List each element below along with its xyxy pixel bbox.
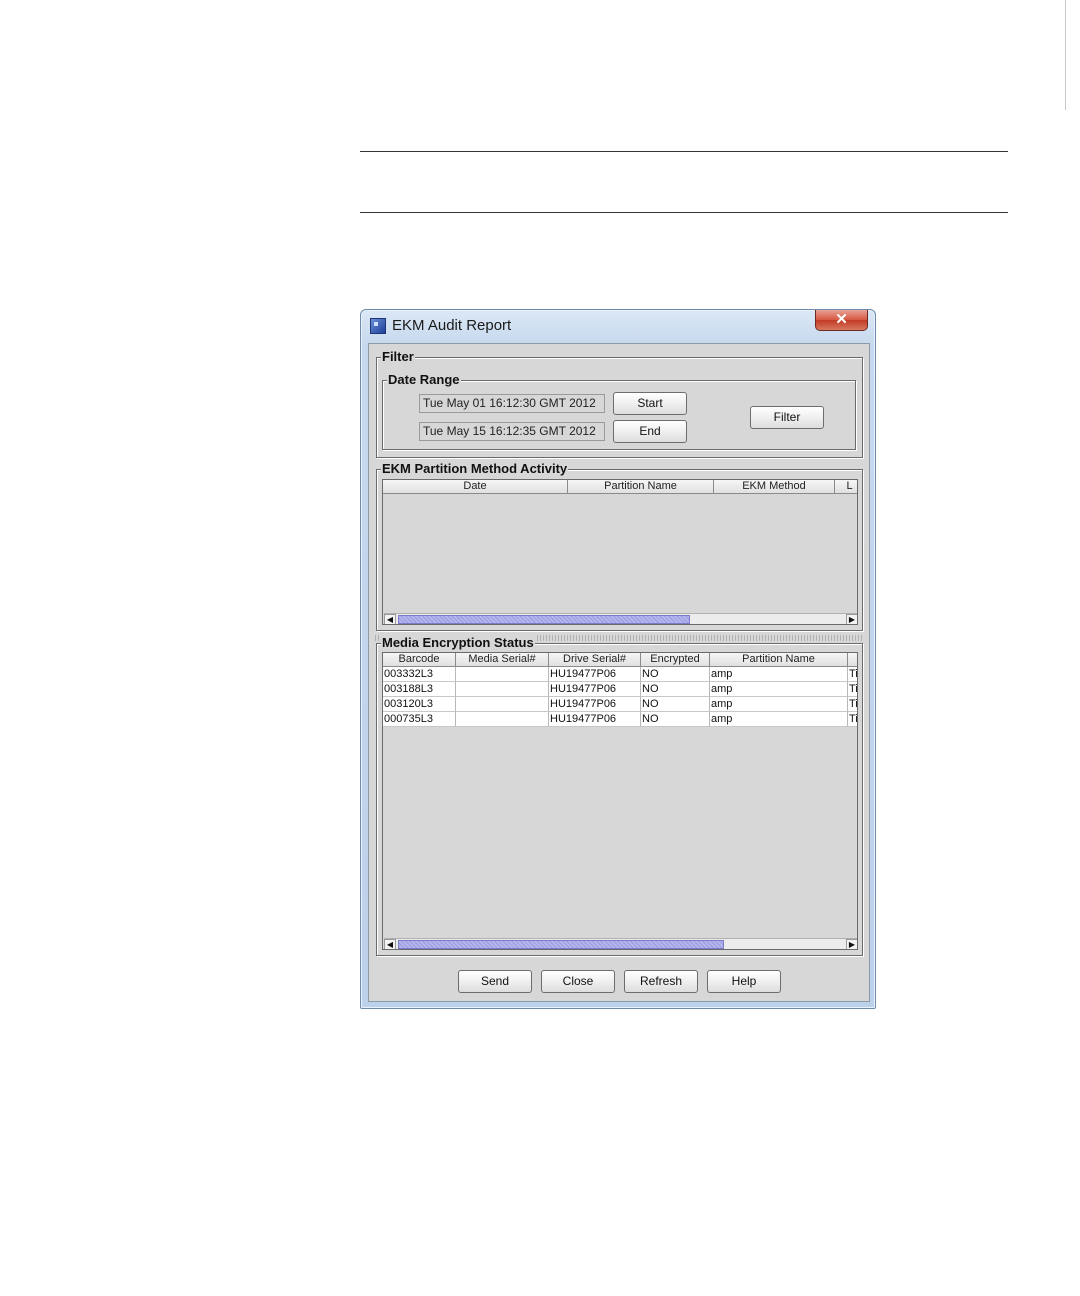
cell-truncated: Ti xyxy=(848,667,857,682)
cell-drive-serial: HU19477P06 xyxy=(549,712,641,727)
media-status-table[interactable]: Barcode Media Serial# Drive Serial# Encr… xyxy=(382,652,858,950)
close-button[interactable]: Close xyxy=(541,970,615,993)
col-ekm-method[interactable]: EKM Method xyxy=(714,480,835,494)
col-truncated[interactable]: L xyxy=(835,480,857,494)
cell-partition-name: amp xyxy=(710,667,848,682)
cell-partition-name: amp xyxy=(710,682,848,697)
scroll-right-icon[interactable]: ▶ xyxy=(846,939,857,949)
date-range-group: Date Range Tue May 01 16:12:30 GMT 2012 … xyxy=(382,372,856,450)
cell-barcode: 000735L3 xyxy=(383,712,456,727)
cell-truncated: Ti xyxy=(848,682,857,697)
table-row[interactable]: 003188L3 HU19477P06 NO amp Ti xyxy=(383,682,857,697)
bottom-rule xyxy=(360,212,1008,213)
filter-group: Filter Date Range Tue May 01 16:12:30 GM… xyxy=(376,349,863,458)
end-date-field[interactable]: Tue May 15 16:12:35 GMT 2012 xyxy=(419,422,605,441)
top-rule xyxy=(360,151,1008,152)
partition-activity-table[interactable]: Date Partition Name EKM Method L ◀ ▶ xyxy=(382,479,858,625)
cell-barcode: 003332L3 xyxy=(383,667,456,682)
ekm-audit-report-window: EKM Audit Report ✕ Filter Date Range Tue… xyxy=(360,309,876,1009)
table-row[interactable]: 000735L3 HU19477P06 NO amp Ti xyxy=(383,712,857,727)
cell-media-serial xyxy=(456,697,549,712)
cell-barcode: 003120L3 xyxy=(383,697,456,712)
table-row[interactable]: 003120L3 HU19477P06 NO amp Ti xyxy=(383,697,857,712)
col-media-serial[interactable]: Media Serial# xyxy=(456,653,549,667)
scroll-thumb[interactable] xyxy=(398,615,690,624)
partition-activity-hscroll[interactable]: ◀ ▶ xyxy=(384,613,857,624)
col-drive-serial[interactable]: Drive Serial# xyxy=(549,653,641,667)
app-icon xyxy=(370,318,386,334)
cell-encrypted: NO xyxy=(641,682,710,697)
title-bar[interactable]: EKM Audit Report ✕ xyxy=(361,310,875,343)
cell-partition-name: amp xyxy=(710,712,848,727)
scroll-thumb[interactable] xyxy=(398,940,724,949)
filter-legend: Filter xyxy=(381,349,415,365)
media-status-hscroll[interactable]: ◀ ▶ xyxy=(384,938,857,949)
start-date-field[interactable]: Tue May 01 16:12:30 GMT 2012 xyxy=(419,394,605,413)
cell-drive-serial: HU19477P06 xyxy=(549,667,641,682)
send-button[interactable]: Send xyxy=(458,970,532,993)
window-close-button[interactable]: ✕ xyxy=(815,310,868,331)
cell-truncated: Ti xyxy=(848,697,857,712)
cell-barcode: 003188L3 xyxy=(383,682,456,697)
partition-activity-legend: EKM Partition Method Activity xyxy=(381,461,569,477)
cell-drive-serial: HU19477P06 xyxy=(549,697,641,712)
cell-media-serial xyxy=(456,682,549,697)
col-truncated[interactable] xyxy=(848,653,857,667)
col-barcode[interactable]: Barcode xyxy=(383,653,456,667)
cell-encrypted: NO xyxy=(641,667,710,682)
col-partition-name[interactable]: Partition Name xyxy=(568,480,714,494)
col-date[interactable]: Date xyxy=(383,480,568,494)
page-edge-line xyxy=(1065,0,1066,110)
cell-encrypted: NO xyxy=(641,697,710,712)
scroll-right-icon[interactable]: ▶ xyxy=(846,614,857,624)
cell-truncated: Ti xyxy=(848,712,857,727)
cell-encrypted: NO xyxy=(641,712,710,727)
table-row[interactable]: 003332L3 HU19477P06 NO amp Ti xyxy=(383,667,857,682)
scroll-left-icon[interactable]: ◀ xyxy=(384,939,396,949)
start-button[interactable]: Start xyxy=(613,392,687,415)
scroll-left-icon[interactable]: ◀ xyxy=(384,614,396,624)
cell-partition-name: amp xyxy=(710,697,848,712)
end-button[interactable]: End xyxy=(613,420,687,443)
partition-activity-group: EKM Partition Method Activity Date Parti… xyxy=(376,461,863,631)
help-button[interactable]: Help xyxy=(707,970,781,993)
cell-media-serial xyxy=(456,667,549,682)
date-range-legend: Date Range xyxy=(387,372,461,388)
window-title: EKM Audit Report xyxy=(392,317,512,334)
col-partition-name[interactable]: Partition Name xyxy=(710,653,848,667)
window-client-area: Filter Date Range Tue May 01 16:12:30 GM… xyxy=(368,343,870,1002)
refresh-button[interactable]: Refresh xyxy=(624,970,698,993)
filter-button[interactable]: Filter xyxy=(750,406,824,429)
cell-media-serial xyxy=(456,712,549,727)
cell-drive-serial: HU19477P06 xyxy=(549,682,641,697)
media-status-legend: Media Encryption Status xyxy=(381,635,535,651)
media-status-header: Barcode Media Serial# Drive Serial# Encr… xyxy=(383,653,857,667)
col-encrypted[interactable]: Encrypted xyxy=(641,653,710,667)
partition-activity-header: Date Partition Name EKM Method L xyxy=(383,480,857,494)
media-status-group: Media Encryption Status Barcode Media Se… xyxy=(376,635,863,956)
